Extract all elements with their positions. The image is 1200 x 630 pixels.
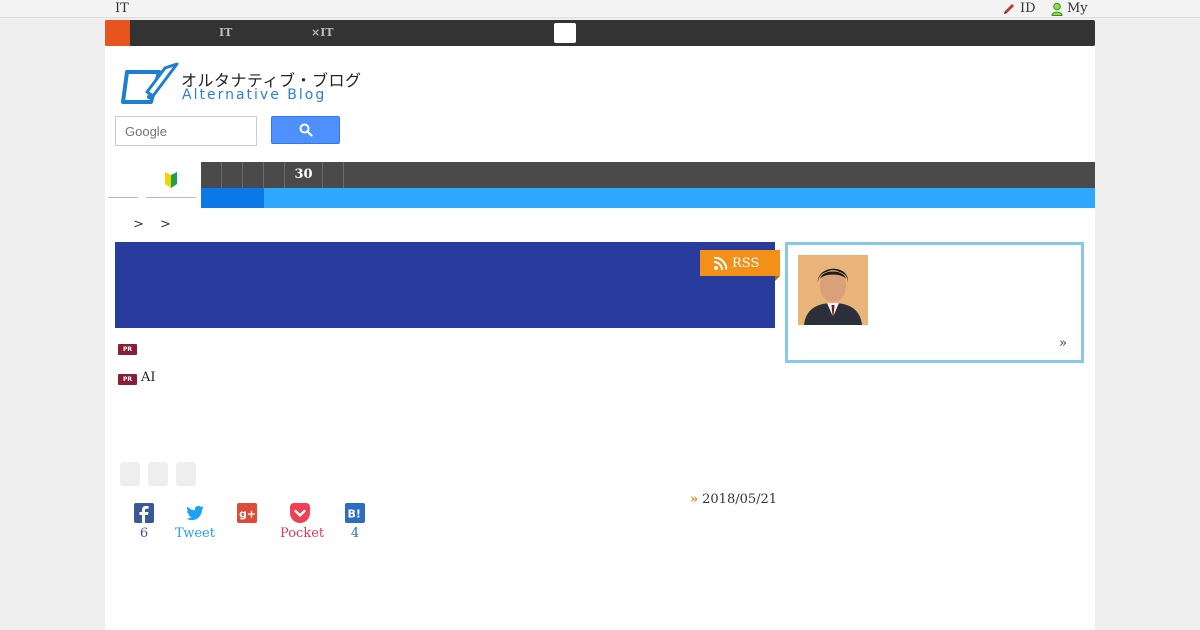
pr-badge: PR — [118, 344, 137, 355]
ticker-button[interactable] — [554, 23, 576, 43]
google-plus-share-button[interactable]: g+ — [227, 503, 267, 526]
placeholder-button[interactable] — [120, 462, 140, 486]
tweet-label: Tweet — [175, 526, 215, 541]
placeholder-button[interactable] — [176, 462, 196, 486]
breadcrumb: > > — [133, 217, 177, 232]
hatena-bookmark-button[interactable]: B! 4 — [335, 503, 375, 541]
user-icon — [1051, 2, 1063, 16]
facebook-share-button[interactable]: 6 — [124, 503, 164, 541]
nav-item[interactable] — [323, 162, 344, 188]
svg-text:g+: g+ — [239, 508, 256, 521]
beginner-mark-icon — [165, 171, 177, 188]
rss-ribbon-fold — [775, 276, 780, 281]
article-date: » 2018/05/21 — [690, 492, 777, 507]
sub-nav-active-item[interactable] — [201, 188, 264, 208]
tablet-pen-icon — [121, 62, 179, 104]
ticker-item[interactable]: ×IT — [311, 20, 334, 46]
hatena-bookmark-icon: B! — [345, 503, 365, 523]
date-marker: » — [690, 492, 699, 507]
nav-item[interactable] — [243, 162, 264, 188]
facebook-share-count: 6 — [139, 526, 149, 541]
my-link-label: My — [1067, 1, 1088, 16]
tweet-button[interactable]: Tweet — [175, 503, 215, 541]
page-content: オルタナティブ・ブログ Alternative Blog 30 > > — [105, 46, 1095, 630]
my-link[interactable]: My — [1051, 0, 1088, 17]
rss-label: RSS — [732, 255, 760, 271]
facebook-icon — [134, 503, 154, 523]
search-input[interactable] — [115, 116, 257, 146]
profile-more-link[interactable]: » — [1059, 336, 1067, 351]
sub-nav — [201, 188, 1095, 208]
rss-button[interactable]: RSS — [700, 250, 780, 276]
nav-item[interactable] — [222, 162, 243, 188]
social-placeholder-row — [120, 462, 196, 486]
pr-link[interactable]: AI — [141, 370, 156, 385]
news-ticker: IT ×IT — [105, 20, 1095, 46]
home-tab[interactable] — [108, 162, 138, 198]
search-icon — [299, 123, 313, 137]
ticker-item[interactable]: IT — [219, 20, 232, 46]
site-label[interactable]: IT — [115, 0, 129, 17]
nav-item-30[interactable]: 30 — [285, 162, 323, 188]
pocket-button[interactable]: Pocket — [280, 503, 324, 541]
hatena-bookmark-count: 4 — [350, 526, 360, 541]
pocket-label: Pocket — [280, 526, 325, 541]
nav-item[interactable] — [201, 162, 222, 188]
pr-badge: PR — [118, 374, 137, 385]
ticker-flag — [105, 20, 130, 46]
nav-item[interactable] — [264, 162, 285, 188]
rss-icon — [714, 256, 727, 270]
top-utility-bar: IT ID My — [0, 0, 1200, 18]
id-link-label: ID — [1020, 1, 1036, 16]
site-logo[interactable]: オルタナティブ・ブログ Alternative Blog — [121, 62, 361, 106]
blog-header-banner — [115, 242, 775, 328]
twitter-icon — [185, 503, 205, 523]
svg-text:B!: B! — [348, 508, 361, 521]
author-photo[interactable] — [798, 255, 868, 325]
placeholder-button[interactable] — [148, 462, 168, 486]
id-link[interactable]: ID — [1002, 0, 1036, 17]
google-plus-icon: g+ — [237, 503, 257, 523]
author-portrait-image — [798, 255, 868, 325]
author-profile-box: » — [785, 242, 1084, 363]
pocket-icon — [290, 503, 310, 523]
pencil-icon — [1004, 3, 1014, 14]
beginner-tab[interactable] — [146, 162, 196, 198]
article-date-value: 2018/05/21 — [702, 492, 778, 507]
main-nav: 30 — [201, 162, 1095, 188]
logo-text-english: Alternative Blog — [182, 87, 327, 103]
search-button[interactable] — [271, 116, 340, 144]
